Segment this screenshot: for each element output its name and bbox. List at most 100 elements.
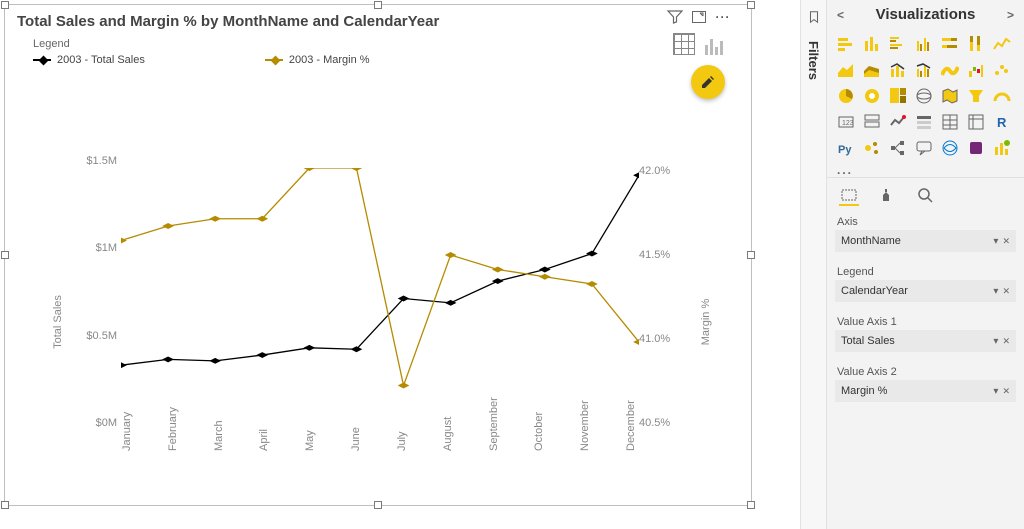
remove-field-icon[interactable] [1002, 285, 1010, 297]
plot-area[interactable]: Total Sales Margin % $1.5M $1M $0.5M $0M… [25, 155, 735, 489]
axis-field-well[interactable]: MonthName [835, 230, 1016, 252]
pane-title: Visualizations [876, 6, 976, 23]
python-visual-icon[interactable]: Py [835, 137, 857, 159]
filled-map-icon[interactable] [939, 85, 961, 107]
hundred-stacked-bar-icon[interactable] [939, 33, 961, 55]
value-axis-1-field-well[interactable]: Total Sales [835, 330, 1016, 352]
donut-icon[interactable] [861, 85, 883, 107]
value-axis-1-label: Value Axis 1 [827, 310, 1024, 330]
resize-handle[interactable] [747, 501, 755, 509]
field-name: Margin % [841, 385, 887, 397]
resize-handle[interactable] [374, 1, 382, 9]
line-clustered-column-icon[interactable] [913, 59, 935, 81]
resize-handle[interactable] [747, 1, 755, 9]
axis-label: Axis [827, 210, 1024, 230]
report-canvas[interactable]: Total Sales and Margin % by MonthName an… [0, 0, 800, 529]
more-options-icon[interactable] [715, 9, 731, 25]
resize-handle[interactable] [747, 251, 755, 259]
visualizations-pane: < Visualizations > [826, 0, 1024, 529]
custom-visual-icon[interactable] [991, 137, 1013, 159]
legend-item[interactable]: 2003 - Margin % [265, 54, 370, 66]
drill-bars-icon[interactable] [705, 33, 727, 55]
arcgis-icon[interactable] [939, 137, 961, 159]
legend-label: Legend [827, 260, 1024, 280]
decomposition-tree-icon[interactable] [887, 137, 909, 159]
data-table-icon[interactable] [673, 33, 695, 55]
svg-text:123: 123 [842, 120, 854, 127]
resize-handle[interactable] [1, 251, 9, 259]
stacked-column-icon[interactable] [861, 33, 883, 55]
chevron-down-icon[interactable] [993, 235, 998, 247]
legend-item[interactable]: 2003 - Total Sales [33, 54, 145, 66]
line-chart-icon[interactable] [991, 33, 1013, 55]
line-stacked-column-icon[interactable] [887, 59, 909, 81]
card-icon[interactable]: 123 [835, 111, 857, 133]
y-axis-left-label: Total Sales [52, 295, 64, 349]
y-axis-right-label: Margin % [700, 299, 712, 345]
chart-title: Total Sales and Margin % by MonthName an… [5, 5, 751, 34]
svg-text:R: R [997, 115, 1007, 130]
analytics-tab-icon[interactable] [915, 186, 935, 206]
remove-field-icon[interactable] [1002, 235, 1010, 247]
y-axis-right-ticks: 42.0% 41.5% 41.0% 40.5% [639, 165, 685, 429]
stacked-area-icon[interactable] [861, 59, 883, 81]
funnel-icon[interactable] [965, 85, 987, 107]
resize-handle[interactable] [1, 501, 9, 509]
pie-icon[interactable] [835, 85, 857, 107]
key-influencers-icon[interactable] [861, 137, 883, 159]
legend-title: Legend [33, 38, 723, 50]
field-name: Total Sales [841, 335, 895, 347]
value-axis-2-label: Value Axis 2 [827, 360, 1024, 380]
area-chart-icon[interactable] [835, 59, 857, 81]
x-axis-ticks: January February March April May June Ju… [121, 433, 639, 489]
remove-field-icon[interactable] [1002, 385, 1010, 397]
ribbon-chart-icon[interactable] [939, 59, 961, 81]
visualization-gallery: 123 R Py [827, 29, 1024, 163]
value-axis-2-field-well[interactable]: Margin % [835, 380, 1016, 402]
svg-text:Py: Py [838, 144, 852, 156]
filter-icon[interactable] [667, 9, 683, 25]
powerapps-icon[interactable] [965, 137, 987, 159]
r-visual-icon[interactable]: R [991, 111, 1013, 133]
table-icon[interactable] [939, 111, 961, 133]
legend-label: 2003 - Margin % [289, 54, 370, 66]
resize-handle[interactable] [374, 501, 382, 509]
hundred-stacked-column-icon[interactable] [965, 33, 987, 55]
more-visuals-icon[interactable]: ... [827, 163, 1024, 177]
field-name: CalendarYear [841, 285, 908, 297]
filters-label: Filters [806, 41, 821, 80]
focus-mode-icon[interactable] [691, 9, 707, 25]
clustered-column-icon[interactable] [913, 33, 935, 55]
legend-label: 2003 - Total Sales [57, 54, 145, 66]
qa-visual-icon[interactable] [913, 137, 935, 159]
chart-visual[interactable]: Total Sales and Margin % by MonthName an… [4, 4, 752, 506]
legend-field-well[interactable]: CalendarYear [835, 280, 1016, 302]
fields-tab-icon[interactable] [839, 186, 859, 206]
slicer-icon[interactable] [913, 111, 935, 133]
chevron-down-icon[interactable] [993, 385, 998, 397]
multirow-card-icon[interactable] [861, 111, 883, 133]
stacked-bar-icon[interactable] [835, 33, 857, 55]
chart-lines [121, 168, 639, 429]
chevron-down-icon[interactable] [993, 335, 998, 347]
expand-filters-icon[interactable] [807, 10, 821, 27]
edit-fab-button[interactable] [691, 65, 725, 99]
chevron-down-icon[interactable] [993, 285, 998, 297]
resize-handle[interactable] [1, 1, 9, 9]
expand-pane-icon[interactable]: > [1007, 8, 1014, 22]
treemap-icon[interactable] [887, 85, 909, 107]
map-icon[interactable] [913, 85, 935, 107]
scatter-icon[interactable] [991, 59, 1013, 81]
waterfall-icon[interactable] [965, 59, 987, 81]
matrix-icon[interactable] [965, 111, 987, 133]
clustered-bar-icon[interactable] [887, 33, 909, 55]
collapse-pane-icon[interactable]: < [837, 8, 844, 22]
filters-pane-collapsed[interactable]: Filters [800, 0, 826, 529]
legend-marker-icon [265, 59, 283, 61]
format-tab-icon[interactable] [877, 186, 897, 206]
y-axis-left-ticks: $1.5M $1M $0.5M $0M [71, 155, 117, 429]
gauge-icon[interactable] [991, 85, 1013, 107]
chart-legend: Legend 2003 - Total Sales 2003 - Margin … [5, 34, 751, 70]
kpi-icon[interactable] [887, 111, 909, 133]
remove-field-icon[interactable] [1002, 335, 1010, 347]
